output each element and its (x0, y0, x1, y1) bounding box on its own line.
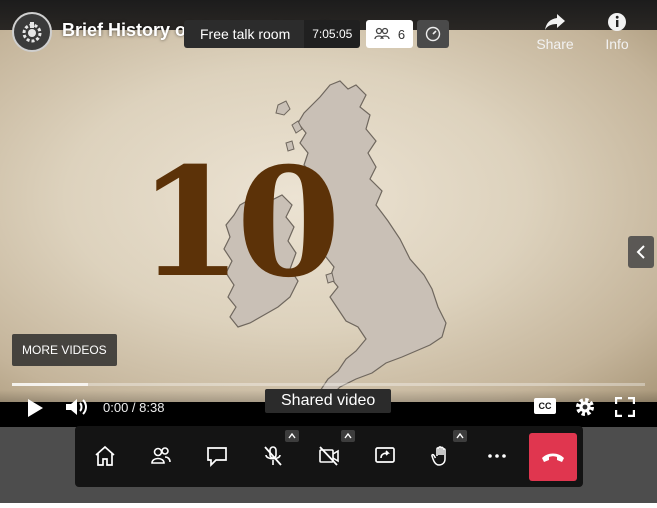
time-display: 0:00 / 8:38 (103, 400, 165, 415)
hangup-button[interactable] (529, 433, 577, 481)
participant-count: 6 (397, 26, 406, 42)
share-label: Share (536, 36, 574, 52)
elapsed-time: 7:05:05 (304, 20, 361, 48)
share-screen-button[interactable] (369, 440, 401, 472)
gear-icon (576, 398, 594, 416)
participants-button[interactable] (145, 440, 177, 472)
meeting-stage: 10 Brief History of the Royal Family Sha… (0, 0, 657, 508)
chevron-up-icon (344, 433, 352, 439)
share-screen-icon (375, 447, 395, 463)
info-button[interactable]: Info (592, 12, 642, 52)
volume-icon (66, 399, 87, 415)
more-icon (488, 454, 506, 458)
reactions-options-button[interactable] (453, 430, 467, 442)
room-info-pill: Free talk room 7:05:05 (184, 20, 361, 48)
camera-options-button[interactable] (341, 430, 355, 442)
volume-button[interactable] (64, 396, 90, 418)
microphone-options-button[interactable] (285, 430, 299, 442)
connection-speed-button[interactable] (417, 20, 449, 48)
chat-button[interactable] (201, 440, 233, 472)
chat-icon (207, 447, 227, 468)
room-name: Free talk room (184, 20, 305, 48)
chevron-left-icon (636, 245, 645, 259)
home-button[interactable] (89, 440, 121, 472)
shared-video-player[interactable]: 10 Brief History of the Royal Family Sha… (0, 0, 657, 427)
home-icon (95, 445, 115, 466)
cc-icon: CC (538, 401, 552, 411)
more-options-button[interactable] (481, 440, 513, 472)
fullscreen-button[interactable] (614, 396, 636, 418)
play-button[interactable] (24, 397, 46, 419)
info-label: Info (605, 36, 629, 52)
fullscreen-icon (615, 397, 635, 417)
chevron-up-icon (456, 433, 464, 439)
flask-gear-icon (22, 22, 42, 43)
participants-icon (374, 27, 390, 40)
raise-hand-button[interactable] (425, 440, 457, 472)
participants-icon (151, 447, 171, 464)
participant-count-button[interactable]: 6 (366, 20, 413, 48)
progress-bar[interactable] (12, 383, 645, 386)
camera-button[interactable] (313, 440, 345, 472)
meeting-toolbar (75, 426, 583, 487)
chevron-up-icon (288, 433, 296, 439)
side-panel-toggle[interactable] (628, 236, 654, 268)
captions-button[interactable]: CC (534, 398, 556, 414)
share-arrow-icon (545, 14, 565, 30)
microphone-muted-icon (264, 446, 282, 466)
shared-video-label: Shared video (265, 389, 392, 413)
gauge-icon (425, 26, 441, 42)
info-icon (608, 13, 626, 31)
raise-hand-icon (431, 446, 446, 466)
chapter-number: 10 (138, 135, 341, 311)
camera-off-icon (319, 446, 339, 466)
play-icon (28, 399, 43, 417)
more-videos-button[interactable]: MORE VIDEOS (12, 334, 117, 366)
share-button[interactable]: Share (530, 12, 580, 52)
channel-logo[interactable] (12, 12, 52, 52)
microphone-button[interactable] (257, 440, 289, 472)
progress-buffered (12, 383, 88, 386)
settings-button[interactable] (574, 396, 596, 418)
hangup-icon (542, 453, 564, 462)
